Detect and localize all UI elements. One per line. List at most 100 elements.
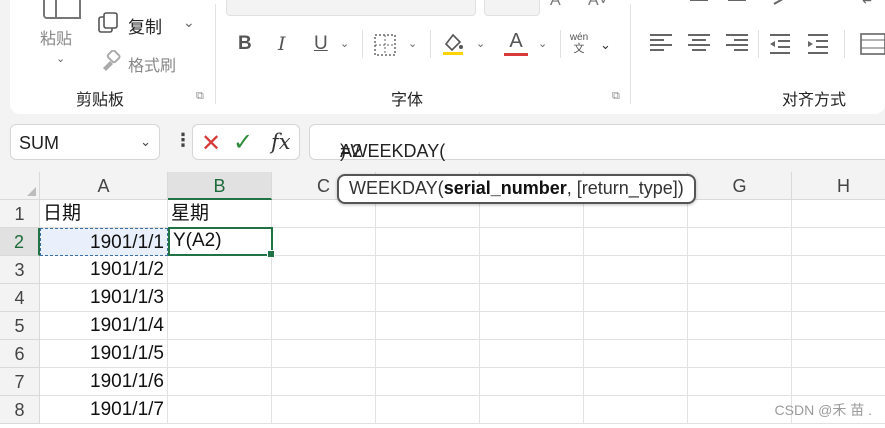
- cell-g6[interactable]: [688, 340, 792, 368]
- copy-button-label[interactable]: 复制: [128, 13, 162, 38]
- formula-bar-more-icon[interactable]: ⋮: [174, 130, 192, 151]
- cell-e1[interactable]: [480, 200, 584, 228]
- row-header-1[interactable]: 1: [0, 200, 40, 228]
- cell-d1[interactable]: [376, 200, 480, 228]
- cell-c6[interactable]: [272, 340, 376, 368]
- insert-function-icon[interactable]: fx: [271, 130, 291, 154]
- increase-font-icon[interactable]: A^: [550, 0, 568, 10]
- column-header-a[interactable]: A: [40, 172, 168, 200]
- column-header-h[interactable]: H: [792, 172, 885, 200]
- row-header-3[interactable]: 3: [0, 256, 40, 284]
- border-dropdown-chevron-icon[interactable]: ⌄: [408, 37, 417, 50]
- underline-button[interactable]: U: [314, 33, 328, 55]
- cell-a7[interactable]: 1901/1/6: [40, 368, 168, 396]
- cell-f5[interactable]: [584, 312, 688, 340]
- row-header-4[interactable]: 4: [0, 284, 40, 312]
- cell-f4[interactable]: [584, 284, 688, 312]
- phonetic-dropdown-chevron-icon[interactable]: ⌄: [600, 37, 611, 53]
- cell-b7[interactable]: [168, 368, 272, 396]
- cell-d4[interactable]: [376, 284, 480, 312]
- cell-g3[interactable]: [688, 256, 792, 284]
- cell-a5[interactable]: 1901/1/4: [40, 312, 168, 340]
- bold-button[interactable]: B: [238, 33, 252, 55]
- confirm-formula-icon[interactable]: ✓: [233, 128, 253, 157]
- cell-c4[interactable]: [272, 284, 376, 312]
- cell-a1[interactable]: 日期: [40, 200, 168, 228]
- increase-indent-icon[interactable]: [806, 33, 830, 60]
- cell-c7[interactable]: [272, 368, 376, 396]
- fill-color-icon[interactable]: [440, 30, 466, 61]
- cell-g4[interactable]: [688, 284, 792, 312]
- cell-h4[interactable]: [792, 284, 885, 312]
- cell-a2[interactable]: 1901/1/1: [40, 228, 168, 256]
- decrease-indent-icon[interactable]: [768, 33, 792, 60]
- cell-b2-editing[interactable]: Y(A2): [168, 227, 275, 258]
- cell-g5[interactable]: [688, 312, 792, 340]
- cell-a3[interactable]: 1901/1/2: [40, 256, 168, 284]
- cell-b8[interactable]: [168, 396, 272, 424]
- format-painter-label[interactable]: 格式刷: [128, 52, 176, 76]
- orientation-icon[interactable]: [770, 0, 792, 13]
- row-header-6[interactable]: 6: [0, 340, 40, 368]
- top-align-icon[interactable]: [688, 0, 710, 13]
- cell-f2[interactable]: [584, 228, 688, 256]
- clipboard-dialog-launcher-icon[interactable]: ⧉: [196, 90, 204, 103]
- row-header-2[interactable]: 2: [0, 228, 40, 256]
- cell-e3[interactable]: [480, 256, 584, 284]
- cell-a6[interactable]: 1901/1/5: [40, 340, 168, 368]
- align-right-icon[interactable]: [726, 34, 748, 54]
- cancel-formula-icon[interactable]: ✕: [201, 129, 221, 158]
- cell-f6[interactable]: [584, 340, 688, 368]
- wrap-text-icon[interactable]: ↵: [862, 0, 874, 9]
- cell-d2[interactable]: [376, 228, 480, 256]
- cell-c3[interactable]: [272, 256, 376, 284]
- paste-dropdown-chevron-icon[interactable]: ⌄: [56, 52, 65, 65]
- cell-h7[interactable]: [792, 368, 885, 396]
- cell-b6[interactable]: [168, 340, 272, 368]
- format-painter-icon[interactable]: [100, 49, 122, 77]
- cell-e7[interactable]: [480, 368, 584, 396]
- cell-d7[interactable]: [376, 368, 480, 396]
- name-box[interactable]: SUM ⌄: [10, 124, 160, 160]
- border-icon[interactable]: [374, 34, 396, 61]
- align-center-icon[interactable]: [688, 34, 710, 54]
- paste-icon[interactable]: [42, 0, 86, 25]
- cell-c1[interactable]: [272, 200, 376, 228]
- font-dialog-launcher-icon[interactable]: ⧉: [612, 90, 620, 103]
- underline-dropdown-chevron-icon[interactable]: ⌄: [340, 37, 349, 50]
- copy-dropdown-chevron-icon[interactable]: ⌄: [183, 14, 195, 31]
- cell-g1[interactable]: [688, 200, 792, 228]
- cell-h5[interactable]: [792, 312, 885, 340]
- cell-e5[interactable]: [480, 312, 584, 340]
- cell-h3[interactable]: [792, 256, 885, 284]
- cell-c2[interactable]: [272, 228, 376, 256]
- row-header-8[interactable]: 8: [0, 396, 40, 424]
- cell-e6[interactable]: [480, 340, 584, 368]
- middle-align-icon[interactable]: [726, 0, 748, 13]
- italic-button[interactable]: I: [278, 33, 286, 55]
- select-all-corner[interactable]: [0, 172, 40, 200]
- cell-b1[interactable]: 星期: [168, 200, 272, 228]
- cell-e4[interactable]: [480, 284, 584, 312]
- cell-d6[interactable]: [376, 340, 480, 368]
- cell-h2[interactable]: [792, 228, 885, 256]
- cell-e8[interactable]: [480, 396, 584, 424]
- font-size-box[interactable]: [484, 0, 540, 16]
- cell-f3[interactable]: [584, 256, 688, 284]
- column-header-g[interactable]: G: [688, 172, 792, 200]
- decrease-font-icon[interactable]: A˅: [588, 0, 608, 10]
- row-header-5[interactable]: 5: [0, 312, 40, 340]
- cell-g7[interactable]: [688, 368, 792, 396]
- font-color-dropdown-chevron-icon[interactable]: ⌄: [538, 37, 547, 50]
- cell-c8[interactable]: [272, 396, 376, 424]
- cell-e2[interactable]: [480, 228, 584, 256]
- cell-d3[interactable]: [376, 256, 480, 284]
- fill-color-dropdown-chevron-icon[interactable]: ⌄: [476, 37, 485, 50]
- cell-h1[interactable]: [792, 200, 885, 228]
- phonetic-guide-icon[interactable]: wén 文: [568, 32, 590, 56]
- cell-d8[interactable]: [376, 396, 480, 424]
- font-color-icon[interactable]: A: [504, 30, 528, 56]
- cell-c5[interactable]: [272, 312, 376, 340]
- cell-b4[interactable]: [168, 284, 272, 312]
- copy-icon[interactable]: [98, 12, 120, 39]
